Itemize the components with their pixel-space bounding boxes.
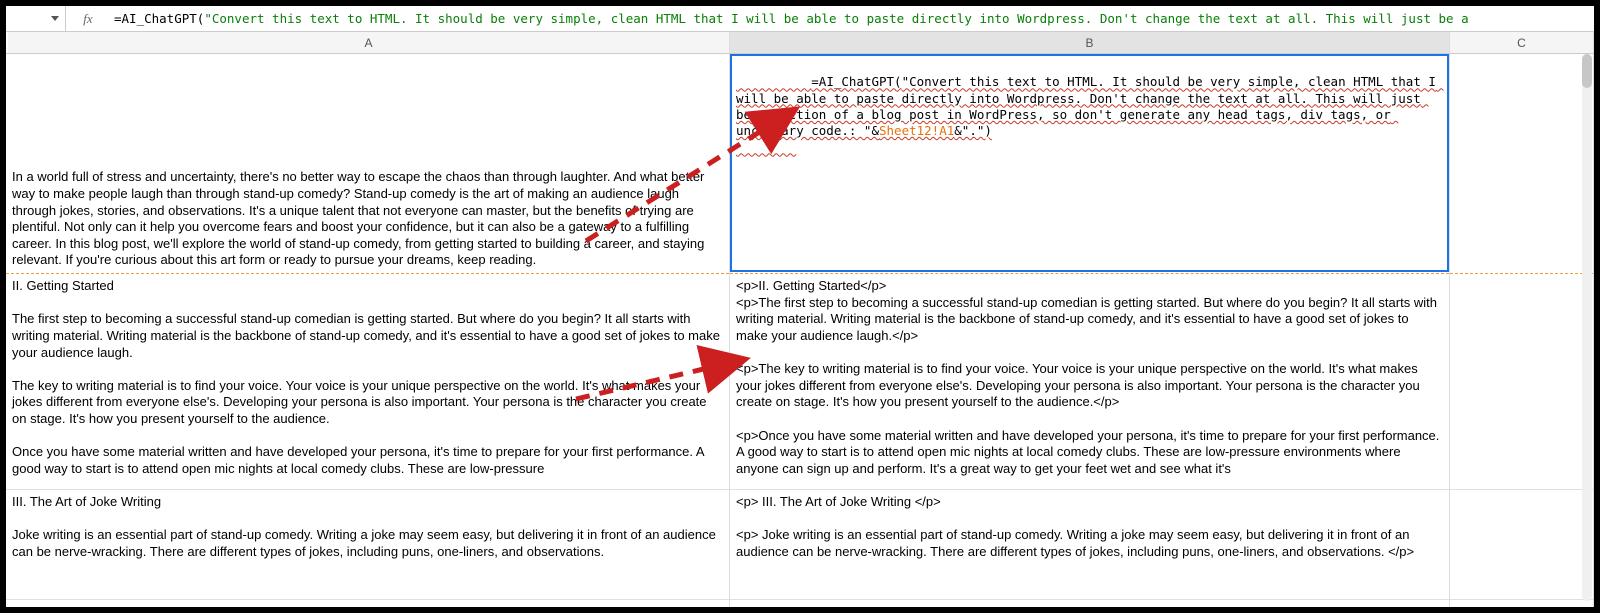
column-C [1450,54,1594,607]
cell-A3[interactable]: III. The Art of Joke Writing Joke writin… [6,490,729,600]
b1-prefix: =AI_ChatGPT( [811,74,901,89]
column-header-B[interactable]: B [730,32,1450,53]
cell-A2[interactable]: II. Getting Started The first step to be… [6,274,729,490]
cell-A1[interactable]: In a world full of stress and uncertaint… [6,54,729,274]
fx-icon: fx [66,11,110,27]
column-A: In a world full of stress and uncertaint… [6,54,730,607]
scrollbar-thumb[interactable] [1582,54,1592,88]
column-header-C[interactable]: C [1450,32,1594,53]
cell-C3[interactable] [1450,490,1593,600]
b1-suffix: &".") [954,123,992,138]
chevron-down-icon [51,16,59,21]
name-box[interactable] [6,6,66,31]
cell-C2[interactable] [1450,274,1593,490]
formula-arg: "Convert this text to HTML. It should be… [204,11,1468,26]
cell-C1[interactable] [1450,54,1593,274]
column-header-A[interactable]: A [8,32,730,53]
vertical-scrollbar[interactable] [1582,54,1592,601]
b1-ref: Sheet12!A1 [879,123,954,138]
grid: In a world full of stress and uncertaint… [6,54,1594,607]
formula-input[interactable]: =AI_ChatGPT("Convert this text to HTML. … [110,11,1594,26]
cell-B3[interactable]: <p> III. The Art of Joke Writing </p> <p… [730,490,1449,600]
column-headers: A B C [6,32,1594,54]
formula-prefix: =AI_ChatGPT( [114,11,204,26]
cell-B2[interactable]: <p>II. Getting Started</p> <p>The first … [730,274,1449,490]
column-B: =AI_ChatGPT("Convert this text to HTML. … [730,54,1450,607]
cell-B1-editor[interactable]: =AI_ChatGPT("Convert this text to HTML. … [730,54,1449,272]
formula-bar: fx =AI_ChatGPT("Convert this text to HTM… [6,6,1594,32]
